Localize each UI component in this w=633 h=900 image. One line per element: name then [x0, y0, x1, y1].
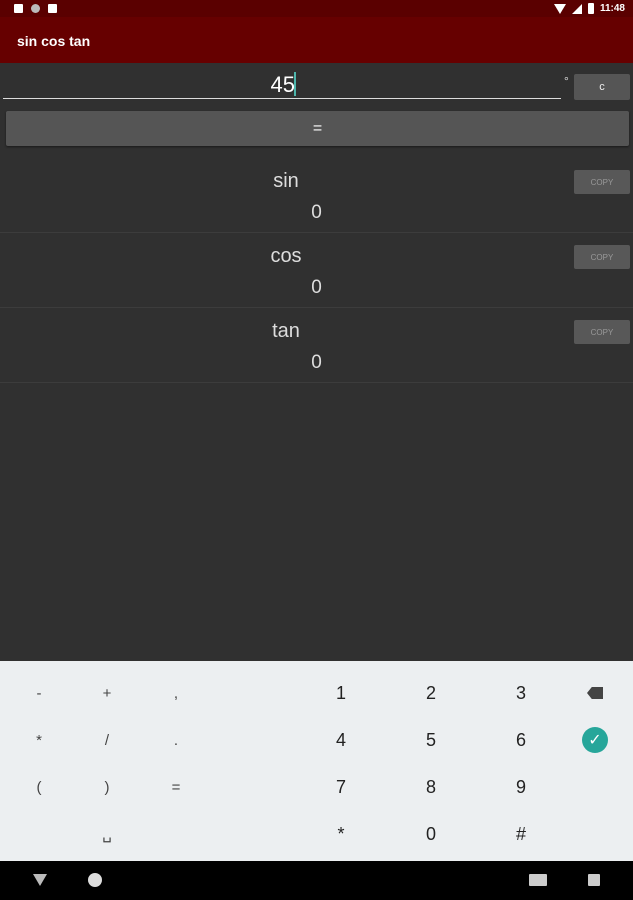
back-icon[interactable] [33, 874, 47, 886]
check-icon: ✓ [582, 727, 608, 753]
wifi-icon [553, 3, 566, 14]
key-equals[interactable]: = [146, 767, 206, 807]
key-3[interactable]: 3 [491, 673, 551, 713]
backspace-key[interactable] [565, 673, 625, 713]
result-value: 0 [311, 352, 322, 373]
key-2[interactable]: 2 [401, 673, 461, 713]
keyboard-switch-icon[interactable] [529, 874, 547, 886]
copy-cos-button[interactable]: COPY [574, 245, 630, 269]
recents-icon[interactable] [588, 874, 600, 886]
key-5[interactable]: 5 [401, 720, 461, 760]
key-open-paren[interactable]: ( [9, 767, 69, 807]
result-row-cos: cos 0 COPY [0, 233, 633, 308]
navigation-bar [0, 861, 633, 900]
key-divide[interactable]: / [77, 720, 137, 760]
result-label: sin [273, 170, 299, 192]
signal-icon [571, 3, 582, 14]
status-time: 11:48 [599, 3, 625, 14]
key-8[interactable]: 8 [401, 767, 461, 807]
key-9[interactable]: 9 [491, 767, 551, 807]
result-label: tan [272, 320, 300, 342]
key-plus[interactable]: + [77, 673, 137, 713]
key-7[interactable]: 7 [311, 767, 371, 807]
result-label: cos [270, 245, 302, 267]
clear-button[interactable]: c [574, 74, 630, 100]
backspace-icon [587, 687, 603, 699]
home-icon[interactable] [88, 873, 102, 887]
result-row-sin: sin 0 COPY [0, 158, 633, 233]
angle-input-value: 45 [270, 72, 295, 97]
notification-icons [14, 4, 57, 13]
key-period[interactable]: . [146, 720, 206, 760]
app-bar: sin cos tan [0, 17, 633, 63]
notification-icon [14, 4, 23, 13]
key-4[interactable]: 4 [311, 720, 371, 760]
angle-input[interactable]: 45 [3, 70, 561, 99]
key-space[interactable]: ␣ [77, 814, 137, 854]
key-close-paren[interactable]: ) [77, 767, 137, 807]
key-1[interactable]: 1 [311, 673, 371, 713]
key-multiply[interactable]: * [9, 720, 69, 760]
status-bar: 11:48 [0, 0, 633, 17]
copy-sin-button[interactable]: COPY [574, 170, 630, 194]
copy-tan-button[interactable]: COPY [574, 320, 630, 344]
key-hash[interactable]: # [491, 814, 551, 854]
key-comma[interactable]: , [146, 673, 206, 713]
key-minus[interactable]: - [9, 673, 69, 713]
notification-icon [48, 4, 57, 13]
notification-icon [31, 4, 40, 13]
result-row-tan: tan 0 COPY [0, 308, 633, 383]
battery-icon [587, 3, 594, 14]
key-6[interactable]: 6 [491, 720, 551, 760]
numeric-keyboard: - + , 1 2 3 * / . 4 5 6 ✓ ( ) = 7 8 9 ␣ … [0, 661, 633, 861]
result-value: 0 [311, 202, 322, 223]
key-0[interactable]: 0 [401, 814, 461, 854]
result-value: 0 [311, 277, 322, 298]
app-title: sin cos tan [17, 33, 91, 49]
key-star[interactable]: * [311, 814, 371, 854]
degree-symbol: ° [564, 74, 569, 88]
equals-button[interactable]: = [6, 111, 629, 146]
done-key[interactable]: ✓ [565, 720, 625, 760]
text-cursor [294, 72, 296, 96]
